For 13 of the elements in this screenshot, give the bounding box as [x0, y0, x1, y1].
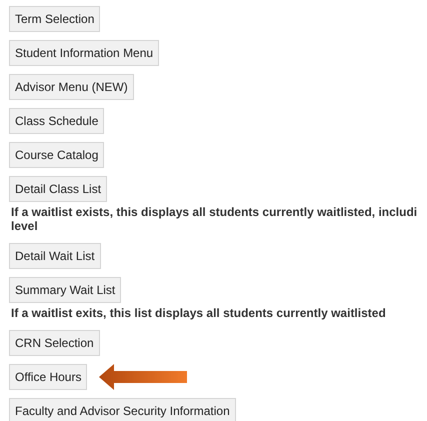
menu-button[interactable]: Detail Wait List: [9, 243, 101, 269]
menu-button[interactable]: Class Schedule: [9, 108, 104, 134]
menu-button[interactable]: Detail Class List: [9, 176, 108, 202]
menu-button[interactable]: Course Catalog: [9, 142, 104, 168]
description-text: If a waitlist exits, this list displays all students currently waitlisted: [11, 306, 387, 320]
menu-button[interactable]: Term Selection: [9, 6, 100, 32]
menu-button[interactable]: Faculty and Advisor Security Information: [9, 398, 236, 421]
menu-button[interactable]: Office Hours: [9, 364, 88, 390]
menu-button[interactable]: Student Information Menu: [9, 40, 160, 66]
menu-button[interactable]: CRN Selection: [9, 330, 100, 356]
menu-button[interactable]: Summary Wait List: [9, 277, 122, 303]
description-text: If a waitlist exists, this displays all students currently waitlisted, includi level: [11, 205, 418, 233]
menu-button[interactable]: Advisor Menu (NEW): [9, 74, 134, 100]
